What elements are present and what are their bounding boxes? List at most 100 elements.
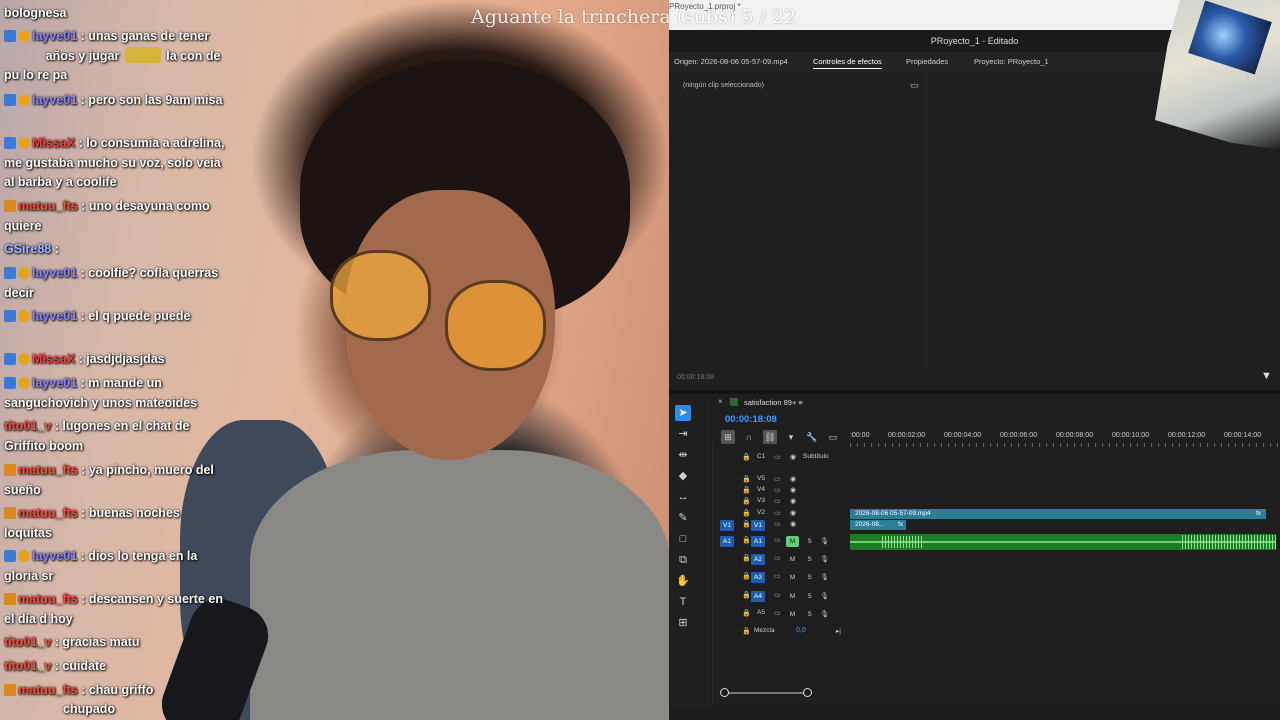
chat-username[interactable]: layve01 bbox=[32, 376, 77, 390]
tab-properties[interactable]: Propiedades bbox=[906, 57, 948, 66]
remix-tool-icon[interactable]: ⧉ bbox=[675, 552, 691, 568]
lock-icon[interactable]: 🔒 bbox=[742, 453, 751, 461]
chat-username[interactable]: tito01_v bbox=[4, 635, 51, 649]
solo-button[interactable]: S bbox=[803, 554, 816, 565]
mute-button[interactable]: M bbox=[786, 572, 799, 583]
film-icon[interactable]: ▭ bbox=[774, 453, 781, 461]
source-patch-v1[interactable]: V1 bbox=[720, 520, 734, 531]
mix-value[interactable]: 0,0 bbox=[796, 627, 806, 634]
lock-icon[interactable]: 🔒 bbox=[742, 591, 751, 599]
chat-username[interactable]: matuu_fts bbox=[18, 592, 78, 606]
voiceover-record-icon[interactable]: 🎙 bbox=[818, 554, 831, 565]
zoom-handle-right[interactable] bbox=[803, 688, 812, 697]
audio-track-target[interactable]: A3 bbox=[751, 572, 765, 583]
insert-sequence-icon[interactable]: ⊞ bbox=[721, 430, 735, 444]
lock-icon[interactable]: 🔒 bbox=[742, 475, 751, 483]
sequence-name[interactable]: satisfaction 89+ ≡ bbox=[744, 398, 803, 407]
chat-username[interactable]: matuu_fts bbox=[18, 683, 78, 697]
eye-icon[interactable]: ◉ bbox=[790, 497, 796, 505]
type-tool-icon[interactable]: T bbox=[675, 594, 691, 610]
sync-lock-icon[interactable]: ▭ bbox=[774, 554, 781, 562]
tab-project[interactable]: Proyecto: PRoyecto_1 bbox=[974, 57, 1049, 66]
sync-lock-icon[interactable]: ▭ bbox=[774, 572, 781, 580]
voiceover-record-icon[interactable]: 🎙 bbox=[818, 536, 831, 547]
chat-username[interactable]: MissaX bbox=[32, 352, 75, 366]
solo-button[interactable]: S bbox=[803, 572, 816, 583]
lock-icon[interactable]: 🔒 bbox=[742, 536, 751, 544]
lock-icon[interactable]: 🔒 bbox=[742, 520, 751, 528]
source-patch-a1[interactable]: A1 bbox=[720, 536, 734, 547]
caption-tool-icon[interactable]: ⊞ bbox=[675, 615, 691, 631]
film-icon[interactable]: ▭ bbox=[774, 486, 781, 494]
lock-icon[interactable]: 🔒 bbox=[742, 627, 751, 635]
eye-icon[interactable]: ◉ bbox=[790, 475, 796, 483]
panel-toggle-icon[interactable]: ▭ bbox=[910, 80, 919, 91]
lock-icon[interactable]: 🔒 bbox=[742, 554, 751, 562]
film-icon[interactable]: ▭ bbox=[774, 497, 781, 505]
chat-username[interactable]: MissaX bbox=[32, 136, 75, 150]
lock-icon[interactable]: 🔒 bbox=[742, 486, 751, 494]
solo-button[interactable]: S bbox=[803, 536, 816, 547]
rectangle-tool-icon[interactable]: □ bbox=[675, 531, 691, 547]
video-clip-v2[interactable]: 2026-08-06 05-57-09.mp4 fx bbox=[850, 509, 1266, 519]
chat-username[interactable]: layve01 bbox=[32, 549, 77, 563]
audio-track-target[interactable]: A4 bbox=[751, 591, 765, 602]
pen-tool-icon[interactable]: ✎ bbox=[675, 510, 691, 526]
lock-icon[interactable]: 🔒 bbox=[742, 497, 751, 505]
film-icon[interactable]: ▭ bbox=[774, 475, 781, 483]
mute-button[interactable]: M bbox=[786, 591, 799, 602]
slip-tool-icon[interactable]: ↔ bbox=[675, 489, 691, 505]
chat-username[interactable]: layve01 bbox=[32, 93, 77, 107]
solo-button[interactable]: S bbox=[803, 609, 816, 620]
mute-button[interactable]: M bbox=[786, 554, 799, 565]
tab-source[interactable]: Origen: 2026-08-06 05-57-09.mp4 bbox=[674, 57, 788, 66]
chat-username[interactable]: layve01 bbox=[32, 266, 77, 280]
lock-icon[interactable]: 🔒 bbox=[742, 609, 751, 617]
audio-clip-a1[interactable] bbox=[850, 534, 1276, 550]
hand-tool-icon[interactable]: ✋ bbox=[675, 573, 691, 589]
eye-icon[interactable]: ◉ bbox=[790, 520, 796, 528]
wrench-icon[interactable]: 🔧 bbox=[805, 430, 819, 444]
chat-username[interactable]: matuu_fts bbox=[18, 463, 78, 477]
mute-button[interactable]: M bbox=[786, 609, 799, 620]
film-icon[interactable]: ▭ bbox=[774, 520, 781, 528]
playhead-timecode[interactable]: 00:00:18:08 bbox=[725, 414, 777, 425]
mute-button[interactable]: M bbox=[786, 536, 799, 547]
chat-username[interactable]: matuu_fts bbox=[18, 199, 78, 213]
chat-username[interactable]: matuu_fts bbox=[18, 506, 78, 520]
mix-end-icon[interactable]: ▸| bbox=[836, 627, 841, 635]
sync-lock-icon[interactable]: ▭ bbox=[774, 536, 781, 544]
eye-icon[interactable]: ◉ bbox=[790, 453, 796, 461]
sync-lock-icon[interactable]: ▭ bbox=[774, 609, 781, 617]
audio-track-target[interactable]: A2 bbox=[751, 554, 765, 565]
solo-button[interactable]: S bbox=[803, 591, 816, 602]
track-target-v1[interactable]: V1 bbox=[751, 520, 765, 531]
chat-username[interactable]: layve01 bbox=[32, 309, 77, 323]
filter-icon[interactable]: ▼ bbox=[1261, 370, 1272, 382]
linked-selection-icon[interactable]: ⛓ bbox=[763, 430, 777, 444]
ripple-edit-tool-icon[interactable]: ⇹ bbox=[675, 447, 691, 463]
video-clip-v1[interactable]: 2026-08... fx bbox=[850, 520, 906, 530]
voiceover-record-icon[interactable]: 🎙 bbox=[818, 572, 831, 583]
lock-icon[interactable]: 🔒 bbox=[742, 572, 751, 580]
razor-tool-icon[interactable]: ◆ bbox=[675, 468, 691, 484]
snap-icon[interactable]: ∩ bbox=[742, 430, 756, 444]
captions-icon[interactable]: ▭ bbox=[826, 430, 840, 444]
chat-username[interactable]: tito01_v bbox=[4, 419, 51, 433]
film-icon[interactable]: ▭ bbox=[774, 509, 781, 517]
chat-username[interactable]: tito01_v bbox=[4, 659, 51, 673]
voiceover-record-icon[interactable]: 🎙 bbox=[818, 591, 831, 602]
add-marker-icon[interactable]: ▾ bbox=[784, 430, 798, 444]
lock-icon[interactable]: 🔒 bbox=[742, 509, 751, 517]
selection-tool-icon[interactable]: ➤ bbox=[675, 405, 691, 421]
sync-lock-icon[interactable]: ▭ bbox=[774, 591, 781, 599]
close-sequence-icon[interactable]: × bbox=[718, 397, 723, 406]
chat-username[interactable]: layve01 bbox=[32, 29, 77, 43]
horizontal-zoom-scrollbar[interactable] bbox=[722, 692, 806, 694]
chat-username[interactable]: GSire88 bbox=[4, 242, 51, 256]
eye-icon[interactable]: ◉ bbox=[790, 509, 796, 517]
tab-effect-controls[interactable]: Controles de efectos bbox=[813, 57, 882, 69]
eye-icon[interactable]: ◉ bbox=[790, 486, 796, 494]
track-select-tool-icon[interactable]: ⇥ bbox=[675, 426, 691, 442]
zoom-handle-left[interactable] bbox=[720, 688, 729, 697]
